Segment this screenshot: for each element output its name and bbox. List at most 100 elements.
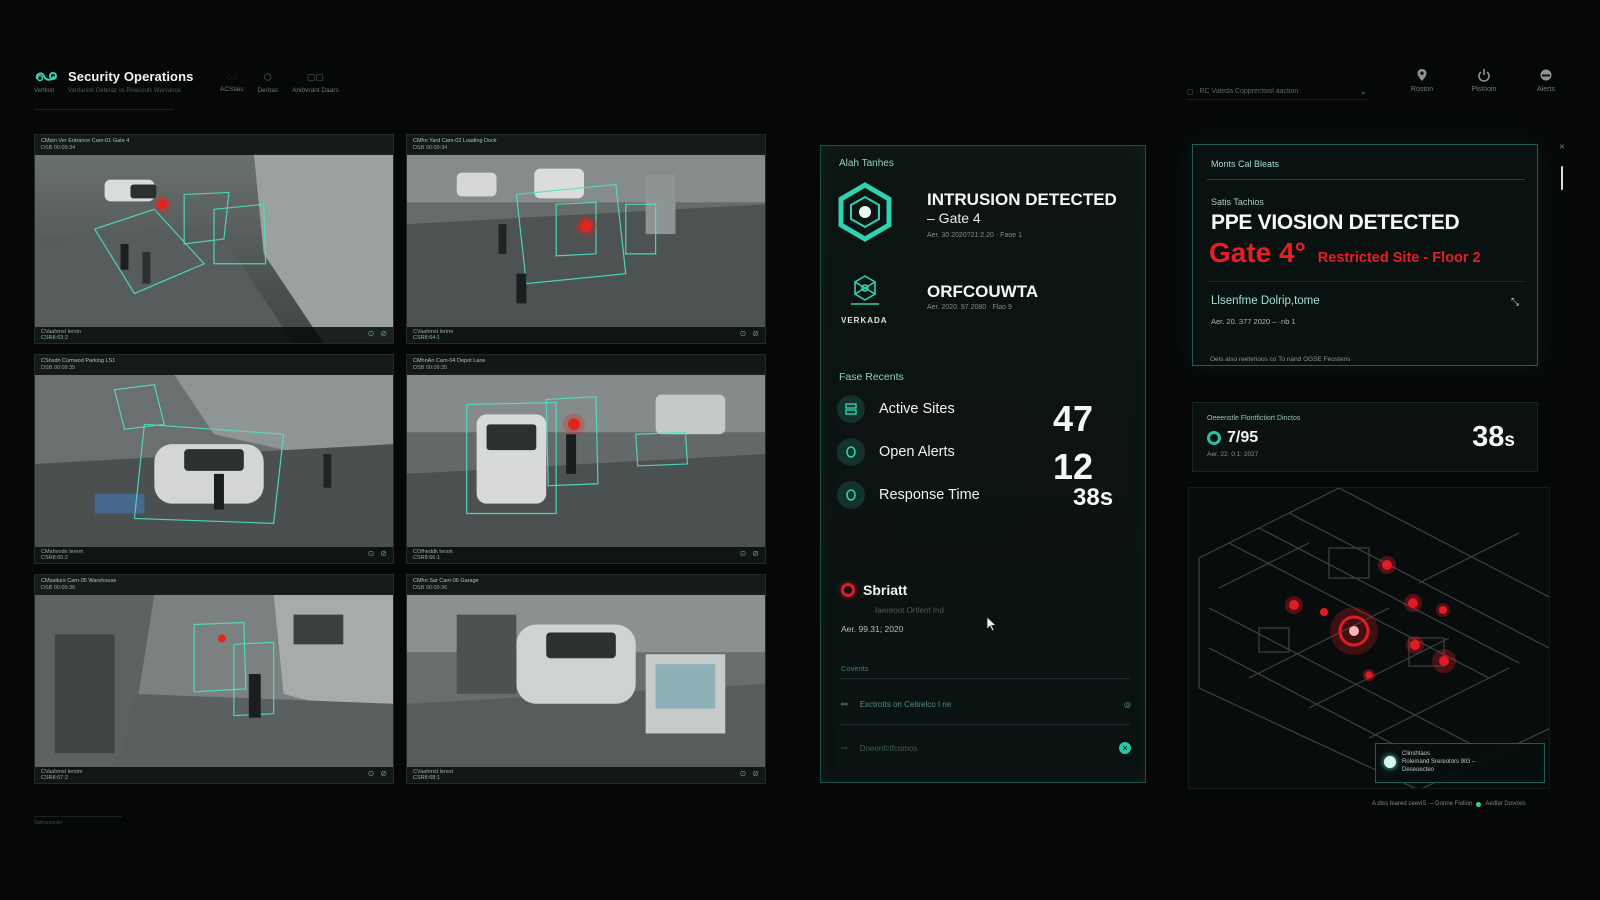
camera-header: CMstn Ver Entrance Cam-01 Gate 4 DSB 00:… (35, 135, 393, 155)
shield-icon: ⬡ (263, 72, 272, 82)
camera-footer-line: CSR8:68:1 (413, 775, 440, 781)
camera-feed[interactable]: CMhn Yard Cam-02 Loading Dock DSB 00:09:… (406, 134, 766, 344)
alerts-panel-title: Alah Tanhes (839, 158, 894, 169)
resize-icon[interactable]: ⤡ (1511, 297, 1519, 308)
footer-note-right: Aedlar Dovoxis (1485, 801, 1526, 807)
camera-feed[interactable]: CShsdn Cumwod Parking LS1 DSB 00:09:35 C… (34, 354, 394, 564)
status-header[interactable]: Sbriatt (841, 582, 907, 598)
top-button-label: Plstooin (1471, 86, 1497, 93)
camera-header: CMhn Yard Cam-02 Loading Dock DSB 00:09:… (407, 135, 765, 155)
metric-label: Response Time (879, 487, 980, 503)
checkbox-icon: ▢ (1187, 88, 1194, 96)
brand-underline (34, 109, 174, 110)
ppe-footer: Oels aiso reeterioos co To nand OGSE Feo… (1210, 356, 1351, 363)
status-row[interactable]: ⚯ Exctrotts on Ceitrelco I ne ◎ (841, 692, 1131, 716)
playback-icon[interactable]: ⊙ (368, 330, 375, 338)
alert-card-orfcouwta[interactable]: VERKADA ORFCOUWTA Aer. 2020. 97 2080 · F… (835, 274, 1131, 334)
alert-card-intrusion[interactable]: INTRUSION DETECTED – Gate 4 Aer. 30.2020… (835, 182, 1131, 252)
site-select-label: RC Valeda Copprectoisl aaction (1199, 88, 1299, 95)
status-section-title: Covents (841, 664, 869, 673)
expand-icon[interactable]: ⊘ (752, 550, 759, 558)
close-icon[interactable]: ✕ (1559, 143, 1565, 151)
scrollbar[interactable] (1561, 166, 1563, 190)
mouse-cursor-icon (986, 616, 998, 632)
playback-icon[interactable]: ⊙ (368, 770, 375, 778)
status-subtitle: Iaereoot Ortlent Ind (875, 606, 944, 615)
metric-label: Active Sites (879, 401, 955, 417)
ppe-item-title[interactable]: Llsenfme Dolrip,tome (1211, 295, 1320, 307)
camera-feed[interactable]: CMhn Sar Cam-06 Garage DSB 00:09:36 CVaa… (406, 574, 766, 784)
camera-footer: CVaahmsl Iersim CSR8:67:2 ⊙ ⊘ (35, 767, 393, 783)
camera-title: CMhnAn Cam-04 Depot Lane (413, 358, 486, 364)
camera-scene (407, 575, 765, 783)
map-legend-line: Deseoecteo (1402, 767, 1435, 773)
top-icons: Roston Plstooin Alerts (1405, 68, 1563, 93)
camera-title: CMhn Yard Cam-02 Loading Dock (413, 138, 497, 144)
camera-feed[interactable]: CMhnAn Cam-04 Depot Lane DSB 00:09:35 CO… (406, 354, 766, 564)
playback-icon[interactable]: ⊙ (368, 550, 375, 558)
alert-title: INTRUSION DETECTED (927, 190, 1117, 209)
info-icon[interactable]: ◎ (1124, 700, 1131, 709)
response-meta: Aer. 22. 0.1: 2027 (1207, 451, 1259, 458)
bottom-divider (34, 816, 122, 817)
playback-icon[interactable]: ⊙ (740, 550, 747, 558)
top-button-roston[interactable]: Roston (1405, 68, 1439, 93)
response-panel: Oeeenstle Flontfictiort Dinctos 7/95 Aer… (1192, 402, 1538, 472)
brand[interactable]: Security Operations (34, 68, 193, 84)
metric-value-open-alerts: 12 (1053, 446, 1094, 487)
metric-label: Open Alerts (879, 444, 955, 460)
link-icon: ⚯ (841, 743, 848, 753)
camera-header: CMhnAn Cam-04 Depot Lane DSB 00:09:35 (407, 355, 765, 375)
expand-icon[interactable]: ⊘ (752, 770, 759, 778)
footer-note-left: A diss feared ceeviS ·– Gonne Fiolion (1372, 801, 1473, 807)
link-icon: ⚯ (841, 699, 848, 709)
nav-tab-anibvrant-daars[interactable]: ▢▢ Anibvrant Daars (292, 72, 339, 94)
playback-icon[interactable]: ⊙ (740, 330, 747, 338)
top-button-alerts[interactable]: Alerts (1529, 68, 1563, 93)
nav-tab-label: Anibvrant Daars (292, 87, 339, 94)
camera-title: CShsdn Cumwod Parking LS1 (41, 358, 116, 364)
alert-subtitle: – Gate 4 (927, 210, 981, 226)
close-icon[interactable]: ✕ (1119, 742, 1131, 754)
chevron-down-icon: ⌄ (1359, 86, 1367, 96)
playback-icon[interactable]: ⊙ (740, 770, 747, 778)
camera-feed[interactable]: CMstn Ver Entrance Cam-01 Gate 4 DSB 00:… (34, 134, 394, 344)
metric-value-active-sites: 47 (1053, 398, 1094, 439)
alert-icon (837, 438, 865, 466)
ppe-alert-panel[interactable]: Monts Cal Bleats Satis Tachios PPE VIOSI… (1192, 144, 1538, 366)
camera-footer: COfheddk Iersin CSR8:66:1 ⊙ ⊘ (407, 547, 765, 563)
status-dot-icon (1476, 801, 1482, 807)
alert-meta: Aer. 30.2020?21:2.20 · Faoe 1 (927, 232, 1022, 239)
nav-tab-label: Deritas (257, 87, 279, 94)
site-select[interactable]: ▢ RC Valeda Copprectoisl aaction ⌄ (1187, 84, 1367, 100)
legend-dot-icon (1384, 756, 1396, 768)
camera-timestamp: DSB 00:09:34 (413, 145, 448, 151)
camera-feed[interactable]: CMsatiurs Cam-05 Warehouse DSB 00:09:36 … (34, 574, 394, 784)
alerts-panel: Alah Tanhes INTRUSION DETECTED – Gate 4 … (820, 145, 1146, 783)
camera-timestamp: DSB 00:09:35 (413, 365, 448, 371)
nav-tab-deritas[interactable]: ⬡ Deritas (257, 72, 278, 94)
top-bar: Security Operations Vertkon Vardanisk De… (0, 0, 1600, 120)
expand-icon[interactable]: ⊘ (752, 330, 759, 338)
map-legend[interactable]: Clinshtaos Rolemand Srereotors 9IG – Des… (1375, 743, 1545, 783)
camera-footer: CVaahmsl Ieresi CSR8:68:1 ⊙ ⊘ (407, 767, 765, 783)
camera-scene (35, 355, 393, 563)
site-map[interactable]: Clinshtaos Rolemand Srereotors 9IG – Des… (1188, 487, 1550, 789)
top-button-plstooin[interactable]: Plstooin (1467, 68, 1501, 93)
divider (1207, 179, 1525, 180)
camera-footer-line: CSR8:67:2 (41, 775, 68, 781)
grid-icon: ▢▢ (306, 72, 324, 82)
status-row[interactable]: ⚯ Doeonfctfcomos ✕ (841, 736, 1131, 760)
nav-tab-label: ACStais (220, 86, 244, 93)
camera-header: CShsdn Cumwod Parking LS1 DSB 00:09:35 (35, 355, 393, 375)
expand-icon[interactable]: ⊘ (380, 770, 387, 778)
camera-scene (35, 575, 393, 783)
alert-title: ORFCOUWTA (927, 282, 1039, 301)
top-button-label: Roston (1410, 86, 1434, 93)
alert-meta: Aer. 2020. 97 2080 · Flao 9 (927, 304, 1012, 311)
server-icon (837, 395, 865, 423)
expand-icon[interactable]: ⊘ (380, 330, 387, 338)
expand-icon[interactable]: ⊘ (380, 550, 387, 558)
metric-value-response-time: 38s (1073, 484, 1114, 511)
nav-tab-acstais[interactable]: ◌◌ ACStais (220, 72, 243, 94)
